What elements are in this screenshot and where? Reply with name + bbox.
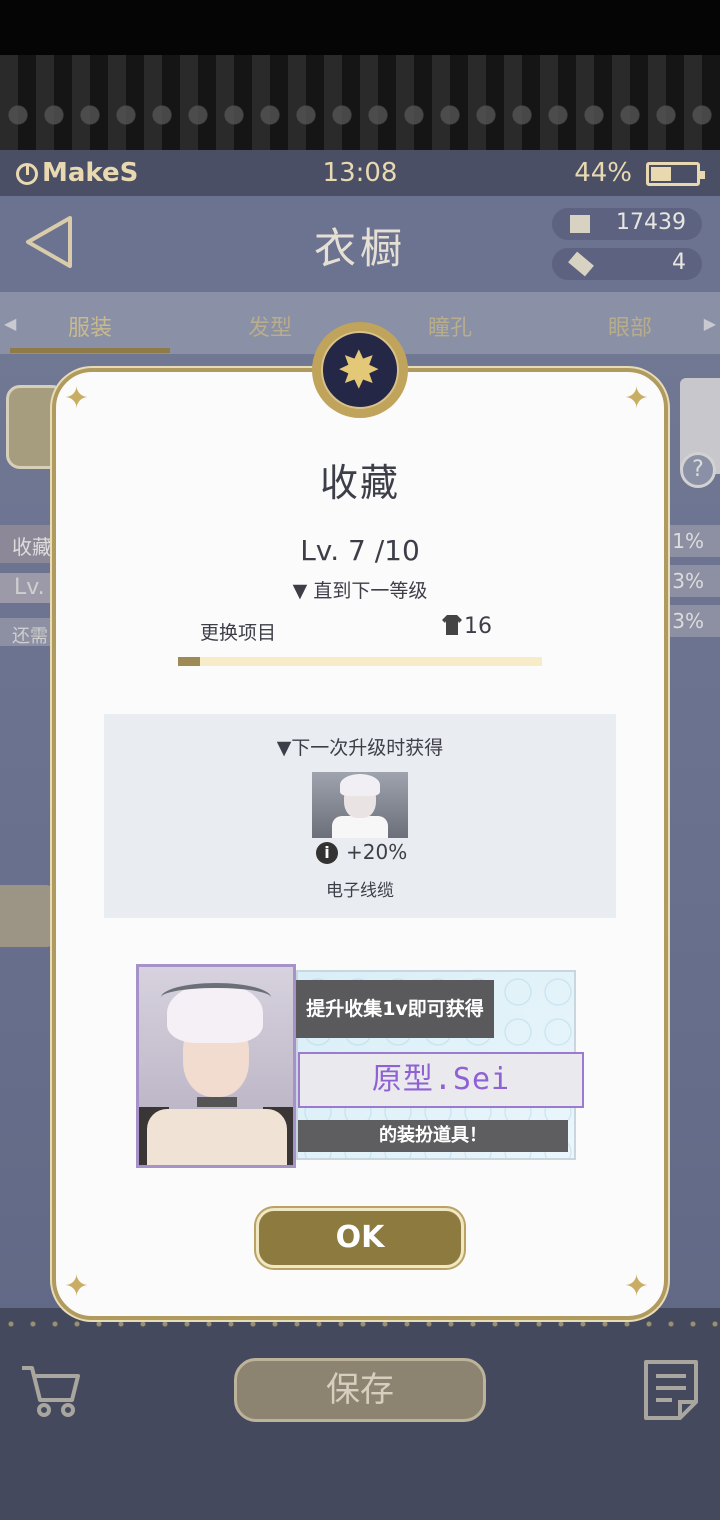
next-reward-bonus: +20%	[346, 840, 408, 864]
tab-eyes[interactable]: 眼部	[550, 310, 710, 342]
info-icon[interactable]: i	[316, 842, 338, 864]
corner-star-icon: ✦	[64, 381, 90, 416]
level-label: Lv.	[0, 573, 60, 603]
collection-label: 收藏	[0, 525, 60, 563]
reward-text-line3: 的装扮道具！	[298, 1120, 568, 1152]
battery-icon	[646, 162, 705, 186]
remaining-label: 还需	[0, 618, 60, 647]
compass-star-medal-icon: ✸	[312, 322, 408, 418]
percent-value: 3%	[660, 605, 720, 637]
swap-items-label: 更换项目	[200, 622, 277, 644]
until-next-level-label: ▼ 直到下一等级	[292, 580, 428, 602]
corner-star-icon: ✦	[624, 381, 650, 416]
help-button[interactable]: ?	[680, 452, 716, 488]
tab-right-arrow-icon[interactable]: ▶	[704, 314, 716, 333]
next-reward-thumbnail	[312, 772, 408, 838]
reward-text-line1: 提升收集1v即可获得	[296, 980, 494, 1038]
notes-icon[interactable]	[642, 1358, 700, 1422]
active-tab-indicator	[10, 348, 170, 353]
tab-left-arrow-icon[interactable]: ◀	[4, 314, 16, 333]
tab-clothing[interactable]: 服装	[10, 310, 170, 342]
shirt-icon[interactable]	[0, 885, 56, 947]
reward-character-name: 原型.Sei	[298, 1052, 584, 1108]
swap-count-value: 16	[464, 614, 492, 639]
cart-icon[interactable]	[20, 1360, 80, 1420]
status-bar: MakeS 13:08 44%	[0, 150, 720, 196]
corner-star-icon: ✦	[64, 1269, 90, 1304]
currency-tags: 4	[552, 248, 702, 280]
percent-value: 3%	[660, 565, 720, 597]
currency-tickets: 17439	[552, 208, 702, 240]
dialog-title: 收藏	[319, 461, 400, 505]
shirt-icon	[442, 615, 462, 635]
corner-star-icon: ✦	[624, 1269, 650, 1304]
currency-value: 17439	[616, 210, 686, 235]
character-portrait	[136, 964, 296, 1168]
ticket-icon	[570, 215, 590, 233]
ok-button[interactable]: OK	[256, 1208, 464, 1268]
currency-value: 4	[672, 250, 686, 275]
percent-value: 1%	[660, 525, 720, 557]
next-reward-name: 电子线缆	[326, 881, 394, 901]
save-button[interactable]: 保存	[234, 1358, 486, 1422]
level-progress-bar	[178, 657, 542, 666]
progress-fill	[178, 657, 200, 666]
next-reward-title: ▼下一次升级时获得	[276, 737, 444, 759]
battery-percent: 44%	[574, 158, 632, 188]
collection-level: Lv. 7 /10	[300, 534, 420, 567]
lace-pattern	[0, 95, 720, 135]
swap-count: 16	[442, 614, 492, 639]
tag-icon	[568, 251, 594, 277]
